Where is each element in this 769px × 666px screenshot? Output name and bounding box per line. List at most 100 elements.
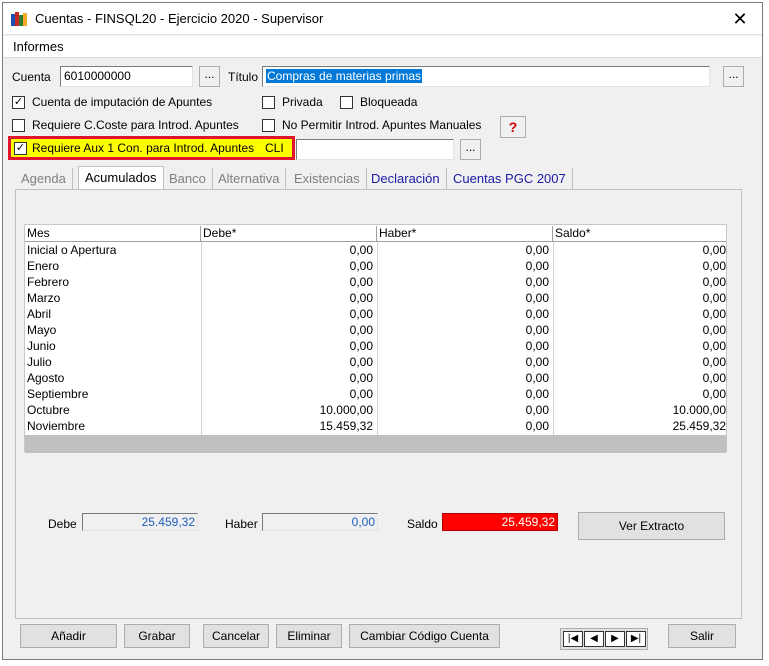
first-record-button[interactable]: |◀	[563, 631, 583, 647]
cell-saldo: 0,00	[702, 243, 726, 257]
cambiar-codigo-button[interactable]: Cambiar Código Cuenta	[349, 624, 500, 648]
cuenta-input[interactable]: 6010000000	[60, 66, 193, 87]
aux-lookup-button[interactable]: ...	[460, 139, 481, 160]
cell-saldo: 0,00	[702, 291, 726, 305]
cell-haber: 0,00	[525, 291, 549, 305]
ver-extracto-button[interactable]: Ver Extracto	[578, 512, 725, 540]
next-icon: ▶	[611, 633, 619, 644]
cell-saldo: 0,00	[702, 355, 726, 369]
aux-label: Requiere Aux 1 Con. para Introd. Apuntes	[32, 141, 255, 155]
anadir-button[interactable]: Añadir	[20, 624, 117, 648]
cell-mes: Septiembre	[27, 387, 89, 401]
record-navigator: |◀ ◀ ▶ ▶|	[560, 628, 648, 650]
table-row[interactable]: Julio 0,00 0,00 0,00	[25, 354, 726, 370]
table-footer-band	[25, 435, 726, 453]
titulo-label: Título	[228, 70, 259, 84]
tab-existencias[interactable]: Existencias	[288, 168, 367, 190]
aux-checkbox[interactable]: ✓	[14, 142, 27, 155]
cell-saldo: 0,00	[702, 275, 726, 289]
cell-mes: Febrero	[27, 275, 70, 289]
help-button[interactable]: ?	[500, 116, 526, 138]
no-permitir-checkbox[interactable]	[262, 119, 275, 132]
cell-haber: 0,00	[525, 243, 549, 257]
debe-total-field: 25.459,32	[82, 513, 198, 531]
cell-mes: Marzo	[27, 291, 61, 305]
eliminar-button[interactable]: Eliminar	[276, 624, 342, 648]
imputacion-label: Cuenta de imputación de Apuntes	[32, 95, 213, 109]
no-permitir-label: No Permitir Introd. Apuntes Manuales	[282, 118, 482, 132]
cell-mes: Noviembre	[27, 419, 86, 433]
prev-record-button[interactable]: ◀	[584, 631, 604, 647]
cell-haber: 0,00	[525, 275, 549, 289]
table-row[interactable]: Noviembre 15.459,32 0,00 25.459,32	[25, 418, 726, 434]
first-icon: |◀	[567, 633, 579, 644]
tab-banco[interactable]: Banco	[163, 168, 213, 190]
table-row[interactable]: Febrero 0,00 0,00 0,00	[25, 274, 726, 290]
last-record-button[interactable]: ▶|	[626, 631, 646, 647]
imputacion-checkbox[interactable]: ✓	[12, 96, 25, 109]
tab-alternativa[interactable]: Alternativa	[212, 168, 287, 190]
titulo-lookup-button[interactable]: ...	[723, 66, 744, 87]
cell-mes: Mayo	[27, 323, 57, 337]
aux-description-input[interactable]	[296, 139, 454, 160]
titulo-input[interactable]: Compras de materias primas	[262, 66, 710, 87]
table-row[interactable]: Inicial o Apertura 0,00 0,00 0,00	[25, 242, 726, 258]
aux-code-value: CLI	[265, 141, 284, 155]
grabar-button[interactable]: Grabar	[124, 624, 190, 648]
cell-haber: 0,00	[525, 259, 549, 273]
cell-haber: 0,00	[525, 355, 549, 369]
books-icon	[11, 12, 27, 26]
tab-agenda[interactable]: Agenda	[15, 168, 73, 190]
tab-cuentas-pgc-2007[interactable]: Cuentas PGC 2007	[447, 168, 573, 190]
col-saldo[interactable]: Saldo*	[553, 226, 728, 242]
cell-saldo: 0,00	[702, 307, 726, 321]
cell-debe: 0,00	[349, 387, 373, 401]
ccoste-checkbox[interactable]	[12, 119, 25, 132]
cuenta-value: 6010000000	[64, 69, 131, 83]
cell-debe: 0,00	[349, 291, 373, 305]
cancelar-button[interactable]: Cancelar	[203, 624, 269, 648]
window-title: Cuentas - FINSQL20 - Ejercicio 2020 - Su…	[35, 11, 324, 26]
cell-haber: 0,00	[525, 307, 549, 321]
privada-checkbox[interactable]	[262, 96, 275, 109]
cell-debe: 0,00	[349, 243, 373, 257]
cell-mes: Inicial o Apertura	[27, 243, 117, 257]
table-row[interactable]: Junio 0,00 0,00 0,00	[25, 338, 726, 354]
table-row[interactable]: Octubre 10.000,00 0,00 10.000,00	[25, 402, 726, 418]
cell-debe: 0,00	[349, 339, 373, 353]
cell-mes: Julio	[27, 355, 52, 369]
haber-total-field: 0,00	[262, 513, 378, 531]
menu-informes[interactable]: Informes	[13, 39, 64, 54]
close-icon: ✕	[732, 9, 748, 29]
table-row[interactable]: Mayo 0,00 0,00 0,00	[25, 322, 726, 338]
table-row[interactable]: Enero 0,00 0,00 0,00	[25, 258, 726, 274]
haber-label: Haber	[225, 517, 258, 531]
col-debe[interactable]: Debe*	[201, 226, 377, 242]
cell-mes: Octubre	[27, 403, 70, 417]
cell-haber: 0,00	[525, 419, 549, 433]
cuenta-lookup-button[interactable]: ...	[199, 66, 220, 87]
cell-debe: 0,00	[349, 259, 373, 273]
tab-acumulados[interactable]: Acumulados	[78, 166, 164, 190]
table-row[interactable]: Septiembre 0,00 0,00 0,00	[25, 386, 726, 402]
bloqueada-checkbox[interactable]	[340, 96, 353, 109]
table-row[interactable]: Agosto 0,00 0,00 0,00	[25, 370, 726, 386]
cell-saldo: 0,00	[702, 323, 726, 337]
cuenta-label: Cuenta	[12, 70, 51, 84]
salir-button[interactable]: Salir	[668, 624, 736, 648]
saldo-total-field: 25.459,32	[442, 513, 558, 531]
title-bar: Cuentas - FINSQL20 - Ejercicio 2020 - Su…	[3, 3, 762, 35]
cell-debe: 0,00	[349, 307, 373, 321]
table-row[interactable]: Abril 0,00 0,00 0,00	[25, 306, 726, 322]
tab-declaracion[interactable]: Declaración	[365, 168, 447, 190]
cell-haber: 0,00	[525, 339, 549, 353]
col-mes[interactable]: Mes	[25, 226, 201, 242]
close-button[interactable]: ✕	[718, 3, 762, 35]
privada-label: Privada	[282, 95, 323, 109]
cell-haber: 0,00	[525, 387, 549, 401]
cell-saldo: 25.459,32	[672, 419, 726, 433]
next-record-button[interactable]: ▶	[605, 631, 625, 647]
table-row[interactable]: Marzo 0,00 0,00 0,00	[25, 290, 726, 306]
table-header: Mes Debe* Haber* Saldo*	[25, 225, 726, 242]
col-haber[interactable]: Haber*	[377, 226, 553, 242]
